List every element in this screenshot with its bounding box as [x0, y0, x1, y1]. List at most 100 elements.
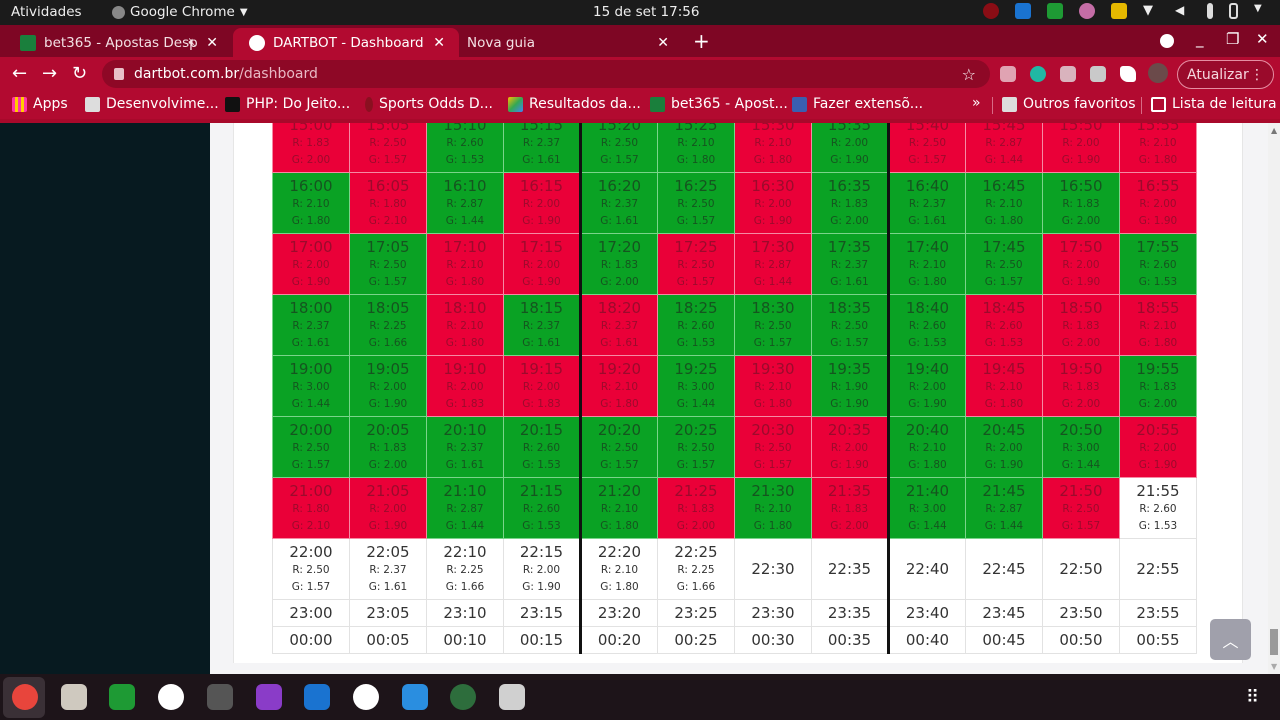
schedule-cell-red: 17:00 R: 2.00 G: 1.90	[272, 233, 350, 295]
reload-button[interactable]: ↻	[72, 63, 87, 84]
cell-time: 20:50	[1059, 420, 1103, 439]
close-tab-icon[interactable]: ✕	[206, 35, 218, 51]
tab-bet365[interactable]: bet365 - Apostas Desp 🔇︎ ✕	[4, 28, 232, 57]
close-tab-icon[interactable]: ✕	[433, 35, 445, 51]
cell-odds-r: R: 2.00	[1139, 197, 1177, 210]
muted-speaker-icon[interactable]: 🔇︎	[188, 35, 196, 50]
bookmark-sports-odds[interactable]: Sports Odds D...	[365, 96, 493, 112]
cell-time: 22:50	[1059, 559, 1103, 578]
tab-search-icon[interactable]	[1160, 34, 1174, 48]
bookmark-desenvolvimento[interactable]: Desenvolvime...	[85, 96, 219, 112]
bookmark-fazer-extensoes[interactable]: Fazer extensõ...	[792, 96, 923, 112]
bookmark-php[interactable]: PHP: Do Jeito...	[225, 96, 350, 112]
show-applications-icon[interactable]: ⠿	[1246, 688, 1266, 708]
screenshot-icon[interactable]	[499, 684, 525, 710]
schedule-cell-empty: 00:25	[657, 626, 735, 654]
schedule-cell-red: 18:20 R: 2.37 G: 1.61	[580, 294, 658, 356]
clock[interactable]: 15 de set 17:56	[593, 4, 699, 20]
cell-time: 00:55	[1136, 630, 1180, 649]
scroll-down-arrow-icon[interactable]: ▼	[1271, 662, 1277, 671]
schedule-cell-empty: 23:25	[657, 599, 735, 627]
scroll-to-top-button[interactable]: ︿	[1210, 619, 1251, 660]
bookmark-outros-favoritos[interactable]: Outros favoritos	[1002, 96, 1136, 112]
bookmark-apps[interactable]: Apps	[12, 96, 68, 112]
cell-odds-g: G: 1.80	[753, 397, 793, 410]
page-scrollbar[interactable]: ▲ ▼	[1268, 123, 1280, 674]
cell-time: 17:50	[1059, 237, 1103, 256]
schedule-cell-green: 21:10 R: 2.87 G: 1.44	[426, 477, 504, 539]
cell-time: 19:05	[366, 359, 410, 378]
activities-button[interactable]: Atividades	[11, 4, 82, 20]
shield-icon[interactable]	[109, 684, 136, 710]
address-bar[interactable]: dartbot.com.br/dashboard ☆	[102, 60, 990, 88]
cell-odds-r: R: 1.80	[369, 197, 407, 210]
profile-avatar[interactable]	[1148, 63, 1168, 83]
close-window-button[interactable]: ✕	[1256, 30, 1269, 48]
extension-camera-icon[interactable]	[1060, 66, 1076, 82]
restore-button[interactable]: ❐	[1226, 30, 1239, 48]
chrome-icon[interactable]	[12, 684, 38, 710]
cell-time: 23:45	[982, 603, 1026, 622]
app-menu[interactable]: Google Chrome ▼	[112, 4, 248, 20]
terminal-icon[interactable]	[206, 684, 233, 710]
wifi-icon[interactable]: ▼	[1143, 3, 1159, 19]
cell-odds-r: R: 2.10	[1139, 136, 1177, 149]
globe-app-icon[interactable]	[450, 684, 477, 710]
cell-odds-g: G: 2.00	[1061, 336, 1101, 349]
back-button[interactable]: ←	[12, 63, 27, 84]
teamviewer-tray-icon[interactable]	[1015, 3, 1031, 19]
more-bookmarks-chevron-icon[interactable]: »	[972, 95, 981, 111]
shield-tray-icon[interactable]	[1047, 3, 1063, 19]
teamviewer-icon[interactable]	[304, 684, 331, 710]
cell-time: 16:05	[366, 176, 410, 195]
tab-dartbot-dashboard[interactable]: DARTBOT - Dashboard ✕	[233, 28, 459, 57]
slack-icon[interactable]	[158, 684, 185, 710]
new-tab-button[interactable]: +	[693, 29, 710, 53]
schedule-cell-empty: 00:15	[503, 626, 582, 654]
bookmark-lista-de-leitura[interactable]: Lista de leitura	[1151, 96, 1277, 112]
files-icon[interactable]	[60, 684, 87, 710]
battery-icon[interactable]	[1229, 3, 1238, 19]
cell-odds-r: R: 2.25	[677, 563, 715, 576]
bookmark-bet365[interactable]: bet365 - Apost...	[650, 96, 788, 112]
cell-odds-g: G: 1.90	[522, 275, 561, 288]
volume-icon[interactable]: ◀	[1175, 3, 1191, 19]
slack-tray-icon[interactable]	[1079, 3, 1095, 19]
scroll-up-arrow-icon[interactable]: ▲	[1271, 126, 1277, 135]
cell-odds-g: G: 1.61	[600, 336, 639, 349]
microphone-icon[interactable]	[1207, 3, 1213, 19]
cell-time: 23:35	[827, 603, 872, 622]
close-tab-icon[interactable]: ✕	[657, 35, 669, 51]
minimize-button[interactable]: _	[1196, 30, 1204, 48]
forward-button[interactable]: →	[42, 63, 57, 84]
bookmarks-bar: Apps Desenvolvime... PHP: Do Jeito... Sp…	[0, 91, 1280, 119]
update-button[interactable]: Atualizar ⋮	[1177, 60, 1274, 89]
vscode-icon[interactable]	[401, 684, 428, 710]
extension-code-icon[interactable]	[1030, 66, 1046, 82]
bookmark-resultados[interactable]: Resultados da...	[508, 96, 641, 112]
cell-time: 19:55	[1136, 359, 1180, 378]
scrollbar-thumb[interactable]	[1270, 629, 1278, 655]
record-icon[interactable]	[983, 3, 999, 19]
cell-time: 16:15	[519, 176, 564, 195]
warning-shield-icon[interactable]	[1111, 3, 1127, 19]
schedule-cell-empty: 23:10	[426, 599, 504, 627]
phpstorm-icon[interactable]	[255, 684, 282, 710]
cell-odds-r: R: 2.00	[292, 258, 330, 271]
cell-odds-r: R: 1.83	[1062, 380, 1100, 393]
bookmark-star-icon[interactable]: ☆	[962, 65, 976, 84]
extension-profile-card-icon[interactable]	[1090, 66, 1106, 82]
lock-icon[interactable]	[114, 68, 124, 80]
schedule-cell-green: 20:40 R: 2.10 G: 1.80	[888, 416, 966, 478]
cell-odds-r: R: 2.50	[985, 258, 1023, 271]
cell-time: 23:50	[1059, 603, 1103, 622]
extension-c-icon[interactable]	[1000, 66, 1016, 82]
tab-nova-guia[interactable]: Nova guia ✕	[451, 28, 683, 57]
extensions-puzzle-icon[interactable]	[1120, 66, 1136, 82]
schedule-cell-red: 19:45 R: 2.10 G: 1.80	[965, 355, 1043, 417]
system-menu-caret-icon[interactable]: ▼	[1254, 3, 1270, 19]
schedule-cell-green: 15:10 R: 2.60 G: 1.53	[426, 123, 504, 173]
more-menu-icon[interactable]: ⋮	[1250, 67, 1264, 83]
schedule-cell-red: 15:45 R: 2.87 G: 1.44	[965, 123, 1043, 173]
eye-app-icon[interactable]	[352, 684, 379, 710]
